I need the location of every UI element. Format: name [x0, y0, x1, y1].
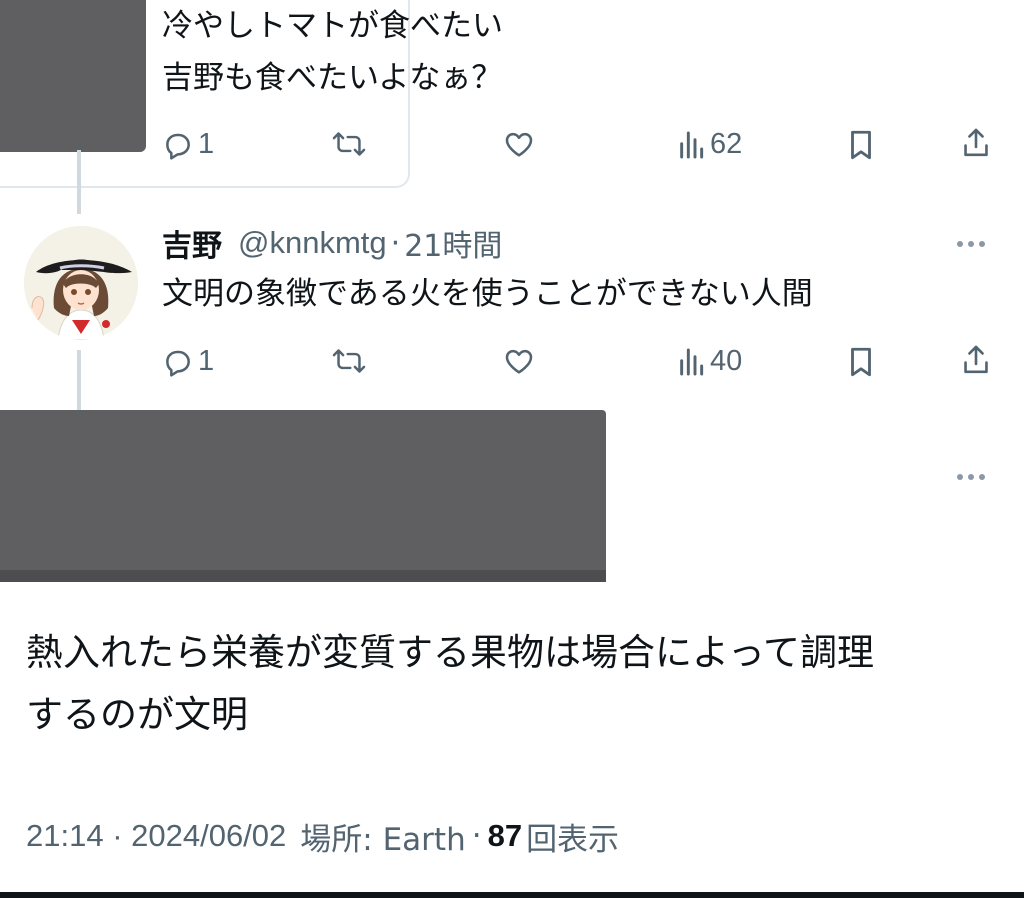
tweet1-view-count: 62: [710, 128, 743, 160]
tweet1-reply-button[interactable]: 1: [162, 128, 214, 161]
tweet2-views-button[interactable]: 40: [676, 345, 742, 378]
redacted-author-block: [0, 410, 606, 582]
author-handle[interactable]: @knnkmtg: [238, 225, 387, 261]
tweet1-like-button[interactable]: [502, 128, 536, 160]
main-more-options-icon[interactable]: [957, 474, 985, 480]
thread-line-2: [77, 350, 81, 412]
tweet2-reply-count: 1: [198, 345, 215, 377]
more-options-icon[interactable]: [957, 241, 985, 247]
tweet2-time[interactable]: 21時間: [404, 221, 502, 265]
share-icon: [964, 345, 988, 374]
tweet2-bookmark-button[interactable]: [846, 345, 876, 379]
author-name[interactable]: 吉野: [162, 221, 222, 265]
tweet-meta: 21:14 · 2024/06/02 場所: Earth · 87 回表示: [26, 814, 619, 858]
views-icon: [680, 348, 704, 375]
tweet2-like-button[interactable]: [502, 345, 536, 377]
view-count[interactable]: 87: [488, 818, 522, 854]
thread-line-1: [77, 150, 81, 214]
retweet-icon: [332, 132, 366, 156]
tweet2-reply-button[interactable]: 1: [162, 345, 214, 378]
view-label: 回表示: [526, 821, 620, 858]
tweet1-share-button[interactable]: [960, 126, 992, 160]
tweet1-reply-count: 1: [198, 128, 215, 160]
timestamp[interactable]: 21:14 · 2024/06/02: [26, 818, 286, 854]
like-icon: [505, 132, 533, 157]
main-text-line2: するのが文明: [26, 693, 248, 736]
redacted-media-1: [0, 0, 146, 152]
retweet-icon: [332, 349, 366, 373]
tweet1-bookmark-button[interactable]: [846, 128, 876, 162]
main-text-line1: 熱入れたら栄養が変質する果物は場合によって調理: [26, 631, 875, 674]
views-icon: [680, 131, 704, 158]
avatar[interactable]: [24, 226, 138, 340]
meta-separator: ·: [471, 818, 482, 854]
tweet1-retweet-button[interactable]: [332, 128, 366, 160]
header-separator: ·: [390, 225, 401, 261]
tweet1-text-line2: 吉野も食べたいよなぁ？: [162, 60, 503, 96]
tweet2-share-button[interactable]: [960, 343, 992, 377]
tweet1-text-line1: 冷やしトマトが食べたい: [162, 8, 503, 44]
tweet2-view-count: 40: [710, 345, 743, 377]
reply-icon: [166, 133, 190, 160]
bookmark-icon: [851, 130, 871, 160]
avatar-image: [24, 226, 138, 340]
location-label: 場所: Earth: [300, 821, 466, 858]
share-icon: [964, 128, 988, 157]
tweet2-header: 吉野 @knnkmtg · 21時間: [162, 222, 502, 264]
tweet2-retweet-button[interactable]: [332, 345, 366, 377]
like-icon: [505, 349, 533, 374]
bookmark-icon: [851, 347, 871, 377]
reply-icon: [166, 350, 190, 377]
main-tweet-text: 熱入れたら栄養が変質する果物は場合によって調理 するのが文明: [26, 622, 874, 746]
tweet1-views-button[interactable]: 62: [676, 128, 742, 161]
bottom-divider: [0, 892, 1024, 898]
tweet2-text: 文明の象徴である火を使うことができない人間: [162, 276, 813, 312]
